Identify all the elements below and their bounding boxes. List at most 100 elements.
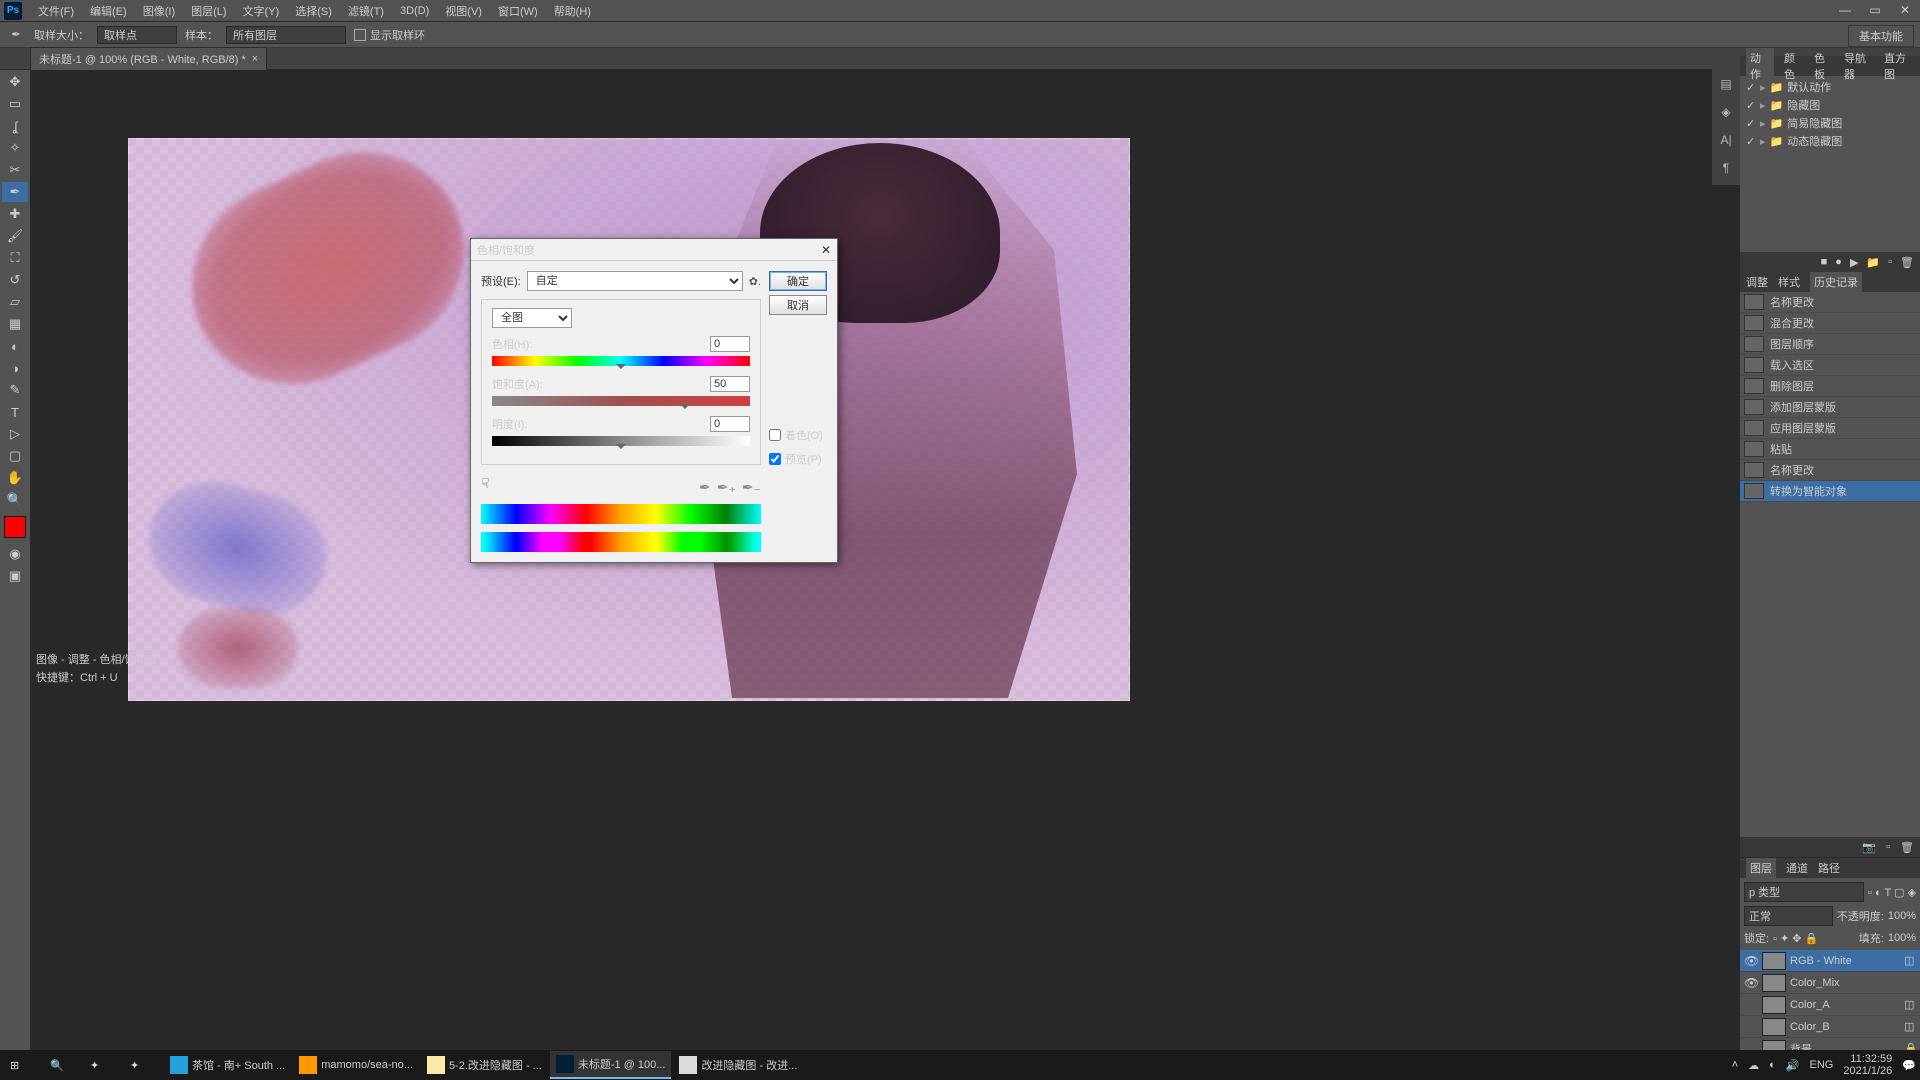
window-close-icon[interactable]: ✕ <box>1890 0 1920 20</box>
taskbar-app[interactable]: ✦ <box>84 1051 122 1079</box>
dodge-tool[interactable]: ◑ <box>2 358 28 378</box>
window-maximize-icon[interactable]: ▭ <box>1860 0 1890 20</box>
layer-row[interactable]: Color_A◫ <box>1740 994 1920 1016</box>
magic-wand-tool[interactable]: ✧ <box>2 138 28 158</box>
menu-view[interactable]: 视图(V) <box>437 3 490 19</box>
new-action-icon[interactable]: ▫ <box>1888 256 1892 268</box>
close-icon[interactable]: × <box>252 53 258 65</box>
layer-filter-dropdown[interactable]: p 类型 <box>1744 882 1864 902</box>
menu-edit[interactable]: 编辑(E) <box>82 3 135 19</box>
eraser-tool[interactable]: ▱ <box>2 292 28 312</box>
lightness-input[interactable] <box>710 416 750 432</box>
history-row[interactable]: 转换为智能对象 <box>1740 481 1920 502</box>
tab-styles[interactable]: 样式 <box>1778 274 1800 290</box>
tab-paths[interactable]: 路径 <box>1818 860 1840 876</box>
taskbar-app[interactable]: ✦ <box>124 1051 162 1079</box>
eyedropper-tool[interactable]: ✒ <box>2 182 28 202</box>
chevron-up-icon[interactable]: ˄ <box>1732 1059 1738 1071</box>
tab-channels[interactable]: 通道 <box>1786 860 1808 876</box>
trash-icon[interactable]: 🗑 <box>1900 256 1914 269</box>
taskbar-app-photoshop[interactable]: 未标题-1 @ 100... <box>550 1051 672 1079</box>
finger-icon[interactable]: ☟ <box>481 475 490 492</box>
menu-3d[interactable]: 3D(D) <box>392 5 437 17</box>
stamp-tool[interactable]: ⛶ <box>2 248 28 268</box>
tab-layers[interactable]: 图层 <box>1746 858 1776 878</box>
document-tab[interactable]: 未标题-1 @ 100% (RGB - White, RGB/8) * × <box>30 47 267 71</box>
new-folder-icon[interactable]: 📁 <box>1866 256 1880 269</box>
filter-icons[interactable]: ▫ ◐ T ▢ ◈ <box>1868 886 1916 899</box>
trash-icon[interactable]: 🗑 <box>1900 841 1914 854</box>
opacity-value[interactable]: 100% <box>1888 910 1916 922</box>
history-row[interactable]: 应用图层蒙版 <box>1740 418 1920 439</box>
sample-size-dropdown[interactable]: 取样点 <box>97 26 177 44</box>
menu-file[interactable]: 文件(F) <box>30 3 82 19</box>
tray-icon[interactable]: ◐ <box>1769 1059 1776 1071</box>
menu-select[interactable]: 选择(S) <box>287 3 340 19</box>
action-row[interactable]: ✓▸📁隐藏图 <box>1740 96 1920 114</box>
stop-icon[interactable]: ■ <box>1821 256 1828 268</box>
brush-tool[interactable]: 🖌 <box>2 226 28 246</box>
snapshot-icon[interactable]: 📷 <box>1862 841 1876 854</box>
action-row[interactable]: ✓▸📁简易隐藏图 <box>1740 114 1920 132</box>
gear-icon[interactable]: ✿. <box>749 275 761 288</box>
history-brush-tool[interactable]: ↺ <box>2 270 28 290</box>
layer-row[interactable]: Color_B◫ <box>1740 1016 1920 1038</box>
lasso-tool[interactable]: ʆ <box>2 116 28 136</box>
start-button[interactable]: ⊞ <box>4 1051 42 1079</box>
dialog-close-icon[interactable]: ✕ <box>821 243 831 257</box>
pen-tool[interactable]: ✎ <box>2 380 28 400</box>
show-ring-checkbox[interactable] <box>354 29 366 41</box>
search-button[interactable]: 🔍 <box>44 1051 82 1079</box>
sample-dropdown[interactable]: 所有图层 <box>226 26 346 44</box>
lightness-slider[interactable] <box>492 436 750 446</box>
tab-adjustments[interactable]: 调整 <box>1746 274 1768 290</box>
cancel-button[interactable]: 取消 <box>769 295 827 315</box>
ok-button[interactable]: 确定 <box>769 271 827 291</box>
notifications-icon[interactable]: 💬 <box>1902 1059 1916 1072</box>
eyedropper-icon[interactable]: ✒ <box>699 479 711 496</box>
layer-row[interactable]: 👁RGB - White◫ <box>1740 950 1920 972</box>
preset-dropdown[interactable]: 自定 <box>527 271 743 291</box>
history-row[interactable]: 载入选区 <box>1740 355 1920 376</box>
character-icon[interactable]: A| <box>1715 129 1737 151</box>
fill-value[interactable]: 100% <box>1888 932 1916 944</box>
ime-label[interactable]: ENG <box>1810 1059 1834 1071</box>
record-icon[interactable]: ● <box>1835 256 1842 268</box>
hand-tool[interactable]: ✋ <box>2 468 28 488</box>
shape-tool[interactable]: ▢ <box>2 446 28 466</box>
history-row[interactable]: 粘贴 <box>1740 439 1920 460</box>
eyedropper-minus-icon[interactable]: ✒₋ <box>742 479 761 496</box>
history-row[interactable]: 添加图层蒙版 <box>1740 397 1920 418</box>
tab-history[interactable]: 历史记录 <box>1810 272 1862 292</box>
marquee-tool[interactable]: ▭ <box>2 94 28 114</box>
move-tool[interactable]: ✥ <box>2 72 28 92</box>
saturation-input[interactable] <box>710 376 750 392</box>
menu-filter[interactable]: 滤镜(T) <box>340 3 392 19</box>
paragraph-icon[interactable]: ¶ <box>1715 157 1737 179</box>
dialog-titlebar[interactable]: 色相/饱和度 ✕ <box>471 239 837 261</box>
eyedropper-plus-icon[interactable]: ✒₊ <box>717 479 736 496</box>
histogram-icon[interactable]: ▤ <box>1715 73 1737 95</box>
menu-type[interactable]: 文字(Y) <box>235 3 288 19</box>
clock[interactable]: 11:32:592021/1/26 <box>1843 1053 1892 1077</box>
blend-mode-dropdown[interactable]: 正常 <box>1744 906 1833 926</box>
visibility-icon[interactable]: 👁 <box>1744 976 1758 990</box>
preview-checkbox[interactable] <box>769 453 781 465</box>
menu-image[interactable]: 图像(I) <box>135 3 183 19</box>
type-tool[interactable]: T <box>2 402 28 422</box>
quick-mask-icon[interactable]: ◉ <box>2 544 28 564</box>
menu-help[interactable]: 帮助(H) <box>546 3 599 19</box>
history-row[interactable]: 删除图层 <box>1740 376 1920 397</box>
action-row[interactable]: ✓▸📁动态隐藏图 <box>1740 132 1920 150</box>
new-doc-icon[interactable]: ▫ <box>1886 841 1890 853</box>
history-row[interactable]: 名称更改 <box>1740 460 1920 481</box>
heal-tool[interactable]: ✚ <box>2 204 28 224</box>
history-row[interactable]: 混合更改 <box>1740 313 1920 334</box>
tray-icon[interactable]: ☁ <box>1748 1059 1759 1072</box>
taskbar-app[interactable]: 5-2.改进隐藏图 - ... <box>421 1051 548 1079</box>
history-row[interactable]: 名称更改 <box>1740 292 1920 313</box>
history-row[interactable]: 图层顺序 <box>1740 334 1920 355</box>
gradient-tool[interactable]: ▦ <box>2 314 28 334</box>
hue-slider[interactable] <box>492 356 750 366</box>
colorize-checkbox[interactable] <box>769 429 781 441</box>
